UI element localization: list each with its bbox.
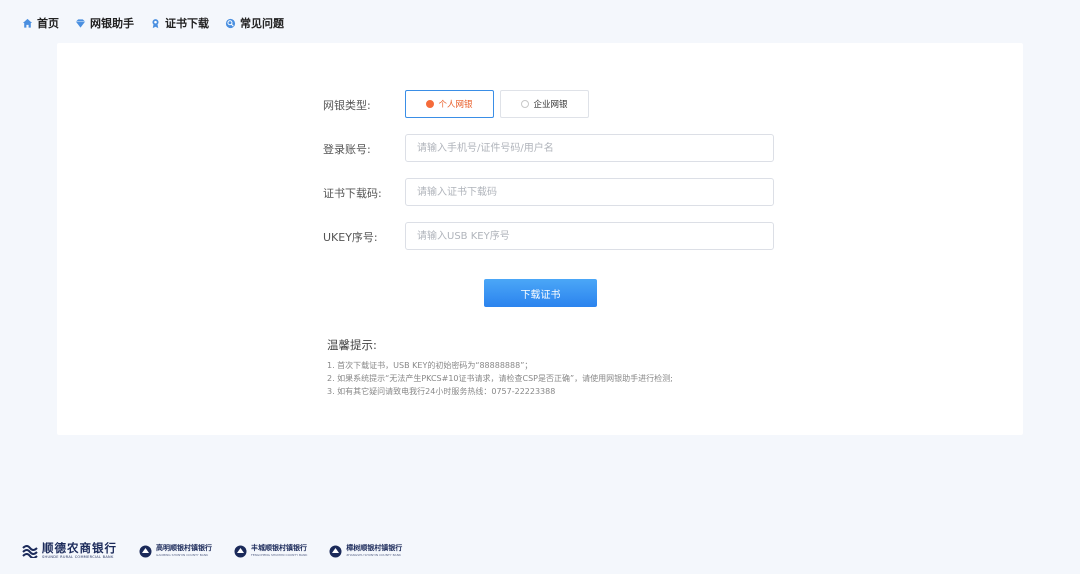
home-icon bbox=[22, 18, 33, 29]
logo-name: 高明顺银村镇银行 bbox=[156, 544, 212, 552]
tips-list: 1. 首次下载证书，USB KEY的初始密码为“88888888”； 2. 如果… bbox=[327, 359, 673, 398]
logo-english-name: FENGCHENG SHUNYIN COUNTY BANK bbox=[251, 553, 308, 557]
nav-item-label: 网银助手 bbox=[90, 17, 134, 30]
nav-item-label: 证书下载 bbox=[165, 17, 209, 30]
download-code-label: 证书下载码: bbox=[323, 187, 382, 200]
download-certificate-button[interactable]: 下载证书 bbox=[484, 279, 597, 307]
logo-name: 顺德农商银行 bbox=[42, 540, 117, 555]
footer-logos: 顺德农商银行 SHUNDE RURAL COMMERCIAL BANK 高明顺银… bbox=[22, 542, 402, 560]
nav-item-label: 常见问题 bbox=[240, 17, 284, 30]
ukey-serial-input[interactable] bbox=[405, 222, 774, 250]
tip-item: 3. 如有其它疑问请致电我行24小时服务热线：0757-22223388 bbox=[327, 387, 556, 396]
logo-english-name: ZHANGSHU SHUNYIN COUNTY BANK bbox=[346, 553, 401, 557]
county-bank-emblem-icon bbox=[139, 545, 152, 558]
logo-name: 丰城顺银村镇银行 bbox=[251, 544, 307, 552]
tip-item: 1. 首次下载证书，USB KEY的初始密码为“88888888”； bbox=[327, 361, 533, 370]
login-account-input[interactable] bbox=[405, 134, 774, 162]
logo-english-name: GAOMING SHUNYIN COUNTY BANK bbox=[156, 553, 209, 557]
nav-item-faq[interactable]: 常见问题 bbox=[225, 15, 284, 31]
nav-item-assistant[interactable]: 网银助手 bbox=[75, 15, 134, 31]
tip-item: 2. 如果系统提示“无法产生PKCS#10证书请求，请检查CSP是否正确”，请使… bbox=[327, 374, 673, 383]
personal-banking-label: 个人网银 bbox=[438, 100, 473, 110]
enterprise-banking-label: 企业网银 bbox=[533, 100, 568, 110]
personal-banking-option[interactable]: 个人网银 bbox=[405, 90, 494, 118]
certificate-download-card: 网银类型: 个人网银 企业网银 登录账号: 证书下载码: UKEY序号: 下载证… bbox=[57, 43, 1023, 435]
question-icon bbox=[225, 18, 236, 29]
enterprise-banking-option[interactable]: 企业网银 bbox=[500, 90, 589, 118]
zhangshu-bank-logo: 樟树顺银村镇银行 ZHANGSHU SHUNYIN COUNTY BANK bbox=[329, 545, 402, 558]
certificate-icon bbox=[150, 18, 161, 29]
bank-type-label: 网银类型: bbox=[323, 99, 371, 112]
logo-name: 樟树顺银村镇银行 bbox=[346, 544, 403, 552]
county-bank-emblem-icon bbox=[234, 545, 247, 558]
diamond-icon bbox=[75, 18, 86, 29]
fengcheng-bank-logo: 丰城顺银村镇银行 FENGCHENG SHUNYIN COUNTY BANK bbox=[234, 545, 307, 558]
shunde-bank-emblem-icon bbox=[22, 544, 38, 558]
gaoming-bank-logo: 高明顺银村镇银行 GAOMING SHUNYIN COUNTY BANK bbox=[139, 545, 212, 558]
tips-title: 温馨提示: bbox=[327, 338, 377, 352]
radio-selected-icon bbox=[426, 100, 435, 108]
nav-item-label: 首页 bbox=[37, 17, 59, 30]
county-bank-emblem-icon bbox=[329, 545, 342, 558]
download-code-input[interactable] bbox=[405, 178, 774, 206]
top-nav: 首页 网银助手 证书下载 常见问题 bbox=[22, 15, 284, 31]
shunde-bank-logo: 顺德农商银行 SHUNDE RURAL COMMERCIAL BANK bbox=[22, 540, 117, 560]
logo-english-name: SHUNDE RURAL COMMERCIAL BANK bbox=[42, 555, 114, 559]
login-account-label: 登录账号: bbox=[323, 143, 371, 156]
nav-item-home[interactable]: 首页 bbox=[22, 15, 59, 31]
ukey-serial-label: UKEY序号: bbox=[323, 231, 378, 244]
nav-item-certificate-download[interactable]: 证书下载 bbox=[150, 15, 209, 31]
radio-unselected-icon bbox=[521, 100, 530, 108]
